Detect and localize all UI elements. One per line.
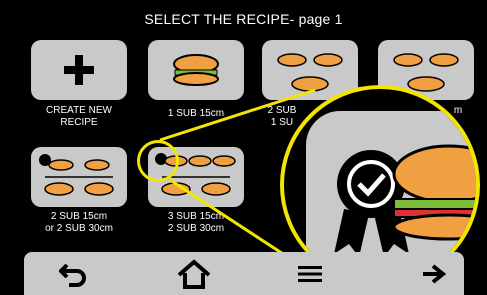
home-button[interactable] bbox=[164, 252, 224, 295]
menu-button[interactable] bbox=[280, 252, 340, 295]
back-button[interactable] bbox=[44, 252, 104, 295]
next-arrow-icon bbox=[423, 263, 447, 284]
back-icon bbox=[59, 263, 86, 287]
menu-icon bbox=[298, 265, 322, 282]
next-button[interactable] bbox=[404, 252, 464, 295]
home-icon bbox=[177, 258, 211, 289]
zoom-target-ring bbox=[137, 140, 179, 182]
bottom-nav-bar bbox=[24, 252, 464, 295]
